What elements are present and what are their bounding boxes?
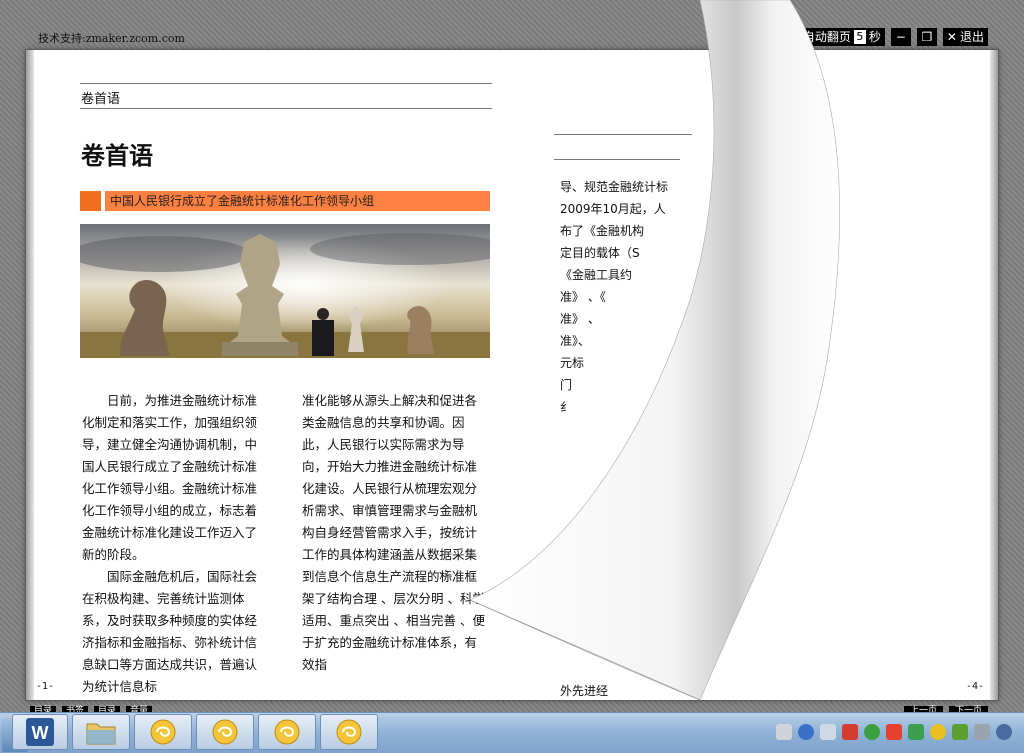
chess-photo	[80, 224, 490, 358]
autoflip-label: 自动翻页	[802, 30, 851, 44]
flashbook-icon	[150, 719, 176, 745]
top-toolbar: 自动翻页 5 秒 − ❐ ✕ 退出	[798, 28, 988, 46]
page-number-left: -1-	[36, 681, 55, 692]
text-line: 准》 、《	[560, 290, 606, 304]
autoflip-control[interactable]: 自动翻页 5 秒	[798, 28, 885, 46]
antivirus-icon[interactable]	[842, 724, 858, 740]
restore-button[interactable]: ❐	[916, 28, 937, 46]
green-k-icon[interactable]	[864, 724, 880, 740]
page-number-right: -4-	[966, 681, 985, 692]
chess-illustration	[80, 224, 490, 358]
text-line: 准》、	[560, 334, 591, 348]
header-rule-bottom	[554, 159, 680, 160]
subtitle-text: 中国人民银行成立了金融统计标准化工作领导小组	[110, 194, 375, 208]
exit-label: 退出	[959, 30, 984, 44]
seconds-input[interactable]: 5	[853, 30, 866, 44]
exit-button[interactable]: ✕ 退出	[942, 28, 988, 46]
text-line: 《金融工具约	[560, 268, 633, 282]
qq-icon[interactable]	[886, 724, 902, 740]
text-line: 2009年10月起，人	[560, 202, 666, 216]
text-line: 门	[560, 378, 573, 392]
help-icon[interactable]	[798, 724, 814, 740]
subtitle-bar: 中国人民银行成立了金融统计标准化工作领导小组	[80, 191, 490, 211]
taskbar-flashbook-button[interactable]	[134, 714, 192, 750]
text-line: 纟	[560, 400, 573, 414]
display-icon[interactable]	[974, 724, 990, 740]
taskbar-flashbook-button[interactable]	[320, 714, 378, 750]
paragraph: 国际金融危机后，国际社会在积极构建、完善统计监测体系，及时获取多种频度的实体经济…	[82, 569, 258, 694]
text-line: 布了《金融机构	[560, 224, 645, 238]
word-icon: W	[26, 718, 54, 746]
text-column-2: 准化能够从源头上解决和促进各类金融信息的共享和协调。因此，人民银行以实际需求为导…	[302, 390, 486, 676]
flashbook-icon	[274, 719, 300, 745]
header-rule-bottom	[80, 108, 492, 109]
flashbook-icon	[336, 719, 362, 745]
header-rule-top	[80, 83, 492, 84]
nvidia-icon[interactable]	[952, 724, 968, 740]
text-line: 定目的载体（S	[560, 246, 640, 260]
taskbar-folder-button[interactable]	[72, 714, 130, 750]
text-line: 元标	[560, 356, 585, 370]
bluetooth-icon[interactable]	[996, 724, 1012, 740]
minimize-button[interactable]: −	[890, 28, 911, 46]
book-spread: 卷首语 卷首语 中国人民银行成立了金融统计标准化工作领导小组 日前，为推进金融统…	[26, 50, 998, 700]
svg-text:W: W	[32, 723, 49, 743]
right-page-fragment[interactable]: 导、规范金融统计标 2009年10月起，人 布了《金融机构 定目的载体（S 《金…	[554, 134, 694, 744]
paragraph: 准化能够从源头上解决和促进各类金融信息的共享和协调。因此，人民银行以实际需求为导…	[302, 393, 485, 672]
subtitle-marker	[80, 191, 105, 211]
text-line: 准》 、	[560, 312, 600, 326]
support-text: 技术支持:zmaker.zcom.com	[38, 32, 185, 45]
page-header: 卷首语	[81, 92, 121, 107]
header-rule-top	[554, 134, 692, 135]
flashbook-icon	[212, 719, 238, 745]
page-title: 卷首语	[81, 141, 153, 170]
paragraph: 日前，为推进金融统计标准化制定和落实工作，加强组织领导，建立健全沟通协调机制，中…	[82, 393, 258, 562]
keyboard-icon[interactable]	[776, 724, 792, 740]
right-page-text: 导、规范金融统计标 2009年10月起，人 布了《金融机构 定目的载体（S 《金…	[560, 176, 668, 418]
taskbar-flashbook-button[interactable]	[258, 714, 316, 750]
system-tray	[770, 714, 1024, 750]
text-line: 导、规范金融统计标	[560, 180, 669, 194]
taskbar-word-button[interactable]: W	[12, 714, 68, 750]
close-icon: ✕	[946, 30, 957, 44]
text-column-1: 日前，为推进金融统计标准化制定和落实工作，加强组织领导，建立健全沟通协调机制，中…	[82, 390, 266, 698]
taskbar-flashbook-button[interactable]	[196, 714, 254, 750]
left-page[interactable]: 卷首语 卷首语 中国人民银行成立了金融统计标准化工作领导小组 日前，为推进金融统…	[62, 50, 532, 700]
right-page-bottom-text: 外先进经	[560, 684, 609, 698]
folder-icon	[86, 723, 116, 745]
seconds-unit: 秒	[868, 30, 881, 44]
plus-icon[interactable]	[930, 724, 946, 740]
network-icon[interactable]	[820, 724, 836, 740]
shield-icon[interactable]	[908, 724, 924, 740]
